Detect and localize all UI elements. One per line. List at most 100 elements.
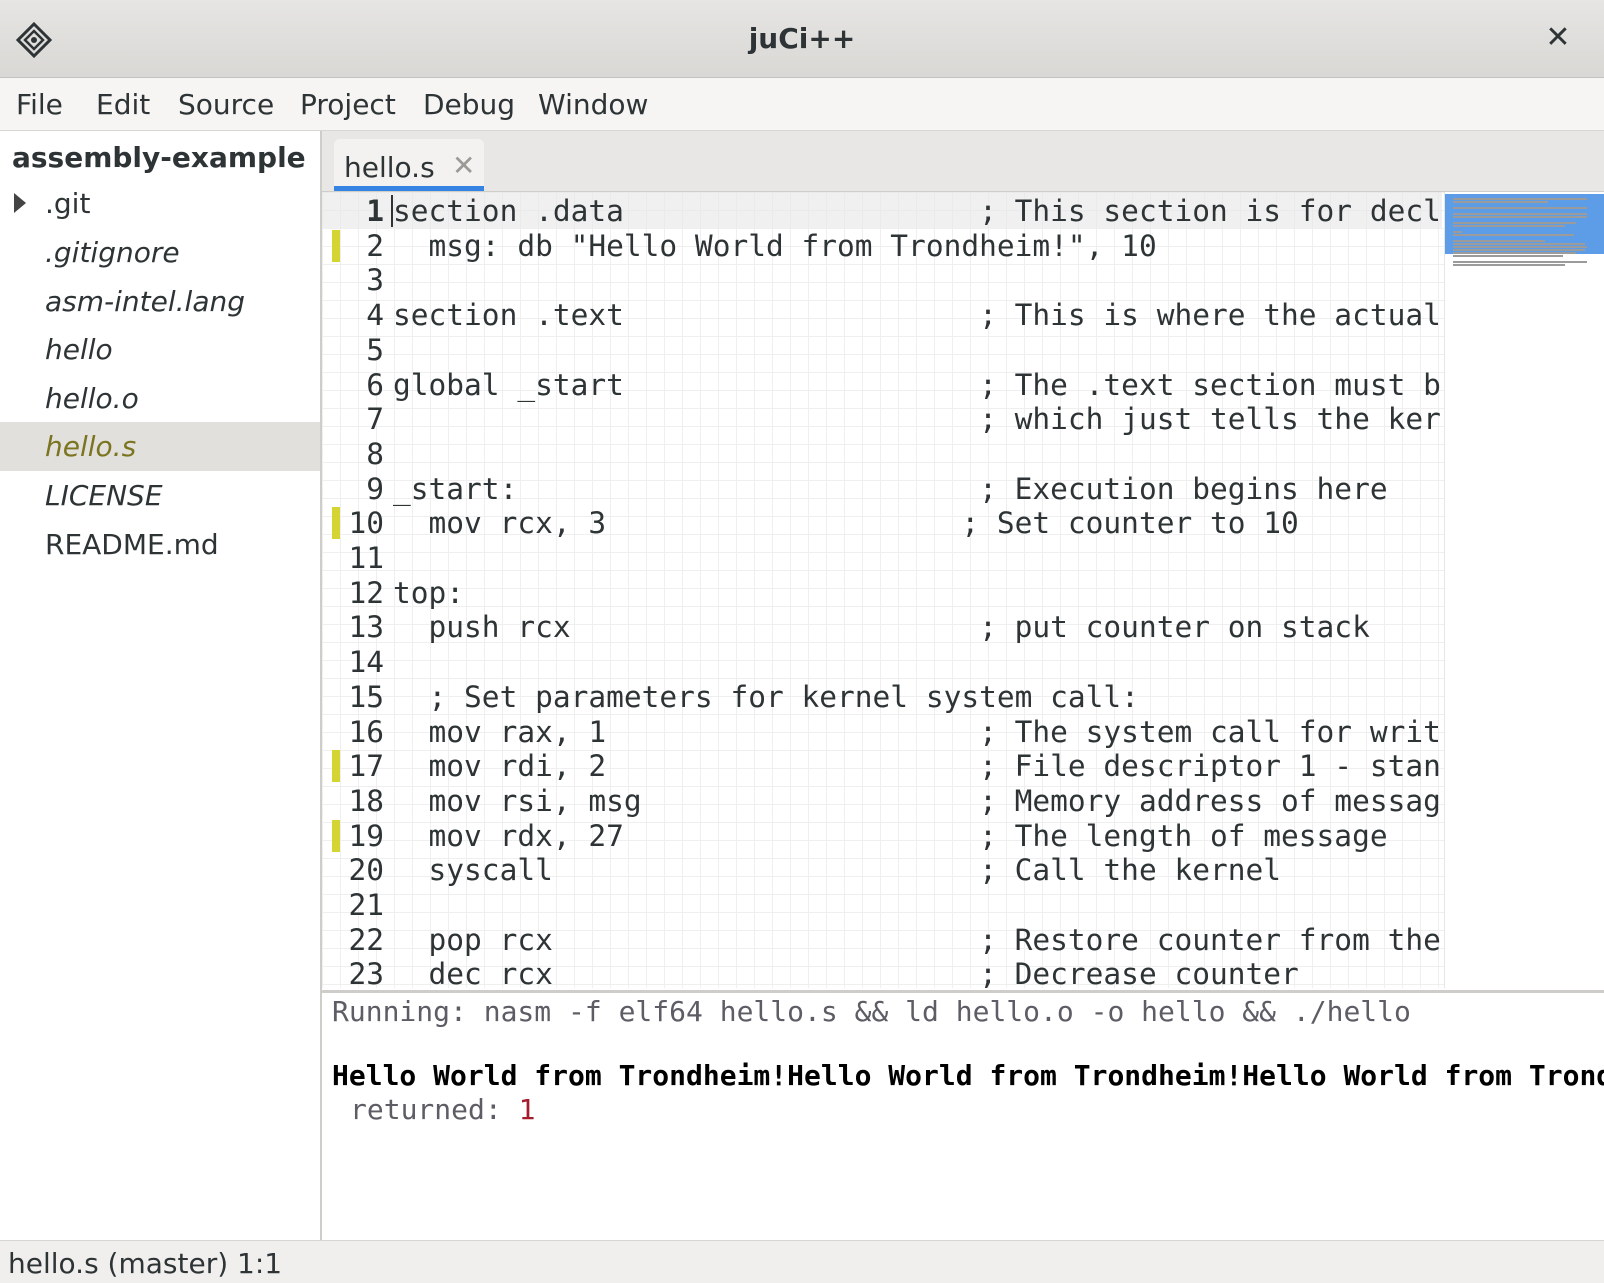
tree-item-label: README.md [45, 528, 219, 561]
line-code-text: pop rcx ; Restore counter from the s [393, 922, 1441, 957]
menu-source[interactable]: Source [178, 88, 274, 121]
line-number: 3 [366, 263, 384, 298]
line-number: 20 [348, 853, 384, 888]
tree-item-gitignore[interactable]: .gitignore [0, 228, 320, 277]
tree-item-asm-intel-lang[interactable]: asm-intel.lang [0, 277, 320, 326]
code-line[interactable]: 12 top: [322, 574, 1442, 610]
line-code-text: mov rsi, msg ; Memory address of message [393, 783, 1441, 818]
menu-bar: File Edit Source Project Debug Window [0, 78, 1604, 131]
minimap-line [1453, 216, 1588, 218]
line-number: 22 [348, 922, 384, 957]
code-line[interactable]: 18 mov rsi, msg ; Memory address of mess… [322, 782, 1442, 818]
minimap-line [1453, 231, 1462, 233]
line-number: 8 [366, 436, 384, 471]
line-code-text: top: [393, 575, 465, 610]
minimap-line [1453, 201, 1548, 203]
line-code-text: push rcx ; put counter on stack [393, 610, 1370, 645]
minimap-line [1453, 261, 1588, 263]
menu-file[interactable]: File [16, 88, 63, 121]
code-line[interactable]: 16 mov rax, 1 ; The system call for writ… [322, 713, 1442, 749]
minimap-line [1453, 255, 1563, 257]
line-number: 4 [366, 298, 384, 333]
code-line[interactable]: 9 _start: ; Execution begins here [322, 470, 1442, 506]
code-line[interactable]: 22 pop rcx ; Restore counter from the s [322, 921, 1442, 957]
code-line[interactable]: 7 ; which just tells the kerne [322, 400, 1442, 436]
line-code-text: dec rcx ; Decrease counter [393, 957, 1299, 988]
line-code-text: _start: ; Execution begins here [393, 471, 1388, 506]
line-number: 12 [348, 575, 384, 610]
minimap-line [1453, 264, 1566, 266]
code-line[interactable]: 15 ; Set parameters for kernel system ca… [322, 678, 1442, 714]
editor-tab-bar: hello.s ✕ [322, 131, 1604, 192]
return-code: 1 [518, 1093, 536, 1126]
tree-item-label: asm-intel.lang [45, 285, 245, 318]
returned-label: returned: [350, 1093, 519, 1126]
line-number: 17 [348, 749, 384, 784]
code-line[interactable]: 1 section .data ; This section is for dec… [322, 192, 1442, 228]
line-number: 19 [348, 818, 384, 853]
tab-close-icon[interactable]: ✕ [452, 149, 475, 182]
git-changed-marker [332, 750, 340, 783]
code-line[interactable]: 19 mov rdx, 27 ; The length of message [322, 817, 1442, 853]
code-line[interactable]: 3 [322, 261, 1442, 297]
menu-debug[interactable]: Debug [423, 88, 515, 121]
menu-project[interactable]: Project [300, 88, 396, 121]
code-line[interactable]: 14 [322, 643, 1442, 679]
code-line[interactable]: 21 [322, 886, 1442, 922]
code-line[interactable]: 13 push rcx ; put counter on stack [322, 608, 1442, 644]
code-line[interactable]: 20 syscall ; Call the kernel [322, 851, 1442, 887]
source-minimap[interactable] [1444, 192, 1604, 988]
close-window-button[interactable]: ✕ [1540, 20, 1576, 56]
tree-item-hello-o[interactable]: hello.o [0, 374, 320, 423]
code-line[interactable]: 8 [322, 435, 1442, 471]
code-line[interactable]: 2 msg: db "Hello World from Trondheim!",… [322, 227, 1442, 263]
git-changed-marker [332, 819, 340, 852]
line-code-text: ; Set parameters for kernel system call: [393, 679, 1139, 714]
tree-item-hello-s[interactable]: hello.s [0, 422, 320, 471]
status-bar: hello.s (master) 1:1 [0, 1240, 1604, 1283]
minimap-viewport[interactable] [1445, 194, 1604, 254]
title-bar: juCi++ ✕ [0, 0, 1604, 78]
tree-item-label: .gitignore [45, 236, 180, 269]
line-code-text: mov rax, 1 ; The system call for write [393, 714, 1441, 749]
window-title: juCi++ [748, 22, 856, 55]
line-number: 23 [348, 957, 384, 988]
minimap-line [1453, 222, 1577, 224]
minimap-line [1453, 207, 1588, 209]
code-line[interactable]: 17 mov rdi, 2 ; File descriptor 1 - stan… [322, 747, 1442, 783]
project-name: assembly-example [12, 141, 306, 174]
line-number: 5 [366, 332, 384, 367]
minimap-line [1453, 240, 1546, 242]
terminal-panel[interactable]: Running: nasm -f elf64 hello.s && ld hel… [322, 990, 1604, 1243]
tree-item-git[interactable]: .git [0, 179, 320, 228]
tab-hello-s[interactable]: hello.s ✕ [334, 139, 484, 191]
line-code-text: section .data ; This section is for decl… [393, 194, 1441, 228]
minimap-line [1453, 225, 1566, 227]
tree-item-readme[interactable]: README.md [0, 520, 320, 569]
menu-edit[interactable]: Edit [96, 88, 150, 121]
code-line[interactable]: 10 mov rcx, 3 ; Set counter to 10 [322, 504, 1442, 540]
git-changed-marker [332, 229, 340, 262]
line-code-text: ; which just tells the kerne [393, 402, 1441, 437]
status-text: hello.s (master) 1:1 [8, 1247, 283, 1280]
tab-label: hello.s [344, 151, 435, 184]
code-line[interactable]: 4 section .text ; This is where the actua… [322, 296, 1442, 332]
code-line[interactable]: 5 [322, 331, 1442, 367]
code-line[interactable]: 6 global _start ; The .text section must … [322, 366, 1442, 402]
line-number: 14 [348, 645, 384, 680]
tree-item-hello[interactable]: hello [0, 325, 320, 374]
code-line[interactable]: 11 [322, 539, 1442, 575]
menu-window[interactable]: Window [538, 88, 648, 121]
line-code-text: mov rdx, 27 ; The length of message [393, 818, 1388, 853]
code-line[interactable]: 23 dec rcx ; Decrease counter [322, 955, 1442, 988]
minimap-line [1453, 246, 1588, 248]
line-number: 18 [348, 783, 384, 818]
line-code-text: section .text ; This is where the actual… [393, 298, 1441, 333]
line-code-text: msg: db "Hello World from Trondheim!", 1… [393, 228, 1157, 263]
tree-item-license[interactable]: LICENSE [0, 471, 320, 520]
expand-arrow-icon[interactable] [14, 193, 26, 213]
tree-item-label: LICENSE [45, 479, 163, 512]
line-code-text: mov rcx, 3 ; Set counter to 10 [393, 506, 1299, 541]
line-code-text: global _start ; The .text section must b… [393, 367, 1441, 402]
source-editor[interactable]: 1 section .data ; This section is for dec… [322, 192, 1604, 988]
